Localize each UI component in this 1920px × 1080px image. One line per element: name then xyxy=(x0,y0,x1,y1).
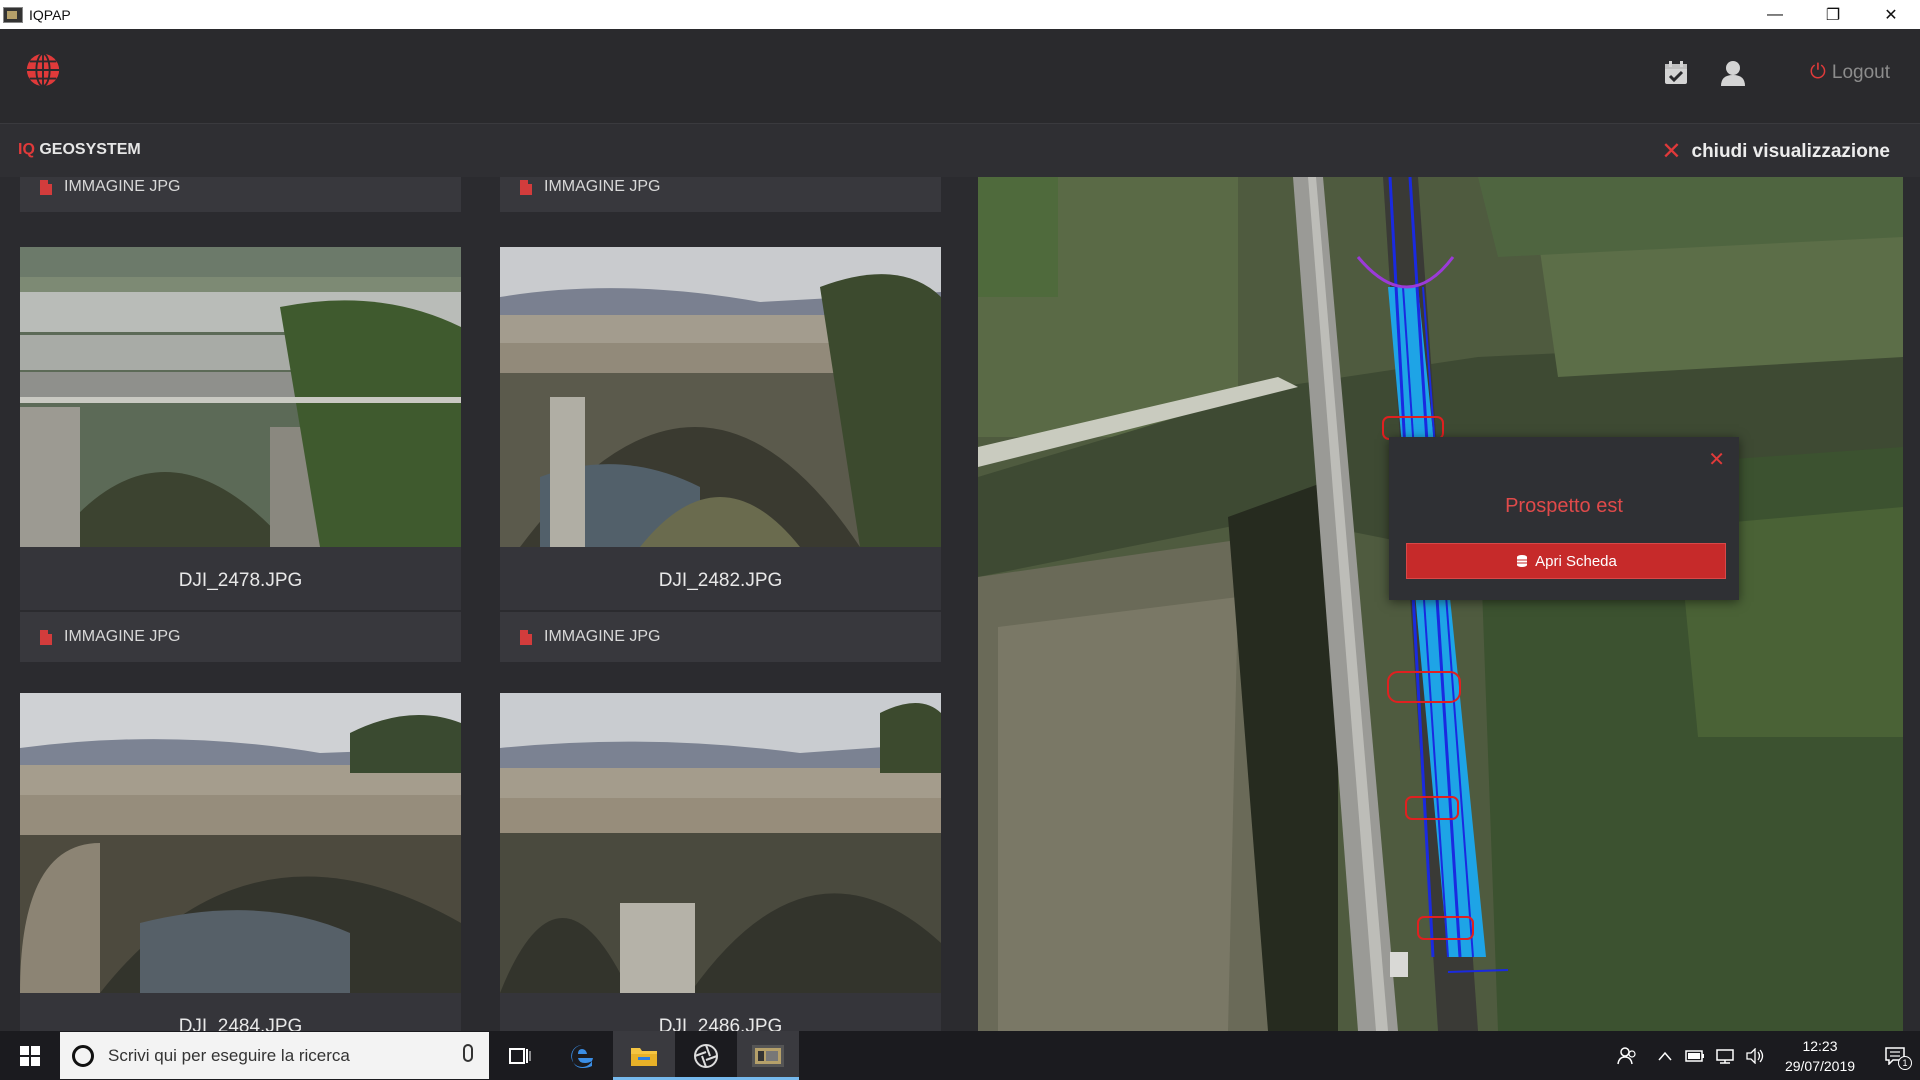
close-icon: ✕ xyxy=(1661,138,1682,165)
close-window-button[interactable]: ✕ xyxy=(1862,0,1920,29)
file-type-label: IMMAGINE JPG xyxy=(544,178,661,195)
show-hidden-icons-button[interactable] xyxy=(1650,1031,1680,1080)
edge-browser-button[interactable] xyxy=(551,1031,613,1080)
photo-thumbnail[interactable] xyxy=(20,247,461,547)
brand-name: GEOSYSTEM xyxy=(39,141,141,158)
notification-badge: 1 xyxy=(1898,1056,1912,1070)
logout-label: Logout xyxy=(1831,61,1890,83)
file-type-row: IMMAGINE JPG xyxy=(500,612,941,662)
gallery-card-dji-2486[interactable]: DJI_2486.JPG xyxy=(500,693,941,1031)
open-sheet-label: Apri Scheda xyxy=(1535,552,1617,570)
file-icon xyxy=(40,179,52,195)
gallery-card-dji-2484[interactable]: DJI_2484.JPG xyxy=(20,693,461,1031)
gallery-card-dji-2478[interactable]: DJI_2478.JPG IMMAGINE JPG xyxy=(20,247,461,662)
folder-icon xyxy=(631,1047,657,1066)
sub-header: IQ GEOSYSTEM ✕ chiudi visualizzazione xyxy=(0,124,1920,177)
edge-icon xyxy=(571,1044,593,1068)
file-icon xyxy=(520,179,532,195)
clock-date: 29/07/2019 xyxy=(1784,1057,1856,1074)
window-titlebar: IQPAP — ❐ ✕ xyxy=(0,0,1920,29)
maximize-button[interactable]: ❐ xyxy=(1804,0,1862,29)
file-type-label: IMMAGINE JPG xyxy=(544,628,661,645)
file-type-row: IMMAGINE JPG xyxy=(20,612,461,662)
volume-button[interactable] xyxy=(1740,1031,1770,1080)
taskbar-clock[interactable]: 12:23 29/07/2019 xyxy=(1770,1036,1870,1076)
photo-thumbnail[interactable] xyxy=(20,693,461,993)
search-placeholder: Scrivi qui per eseguire la ricerca xyxy=(108,1045,350,1065)
start-button[interactable] xyxy=(0,1031,60,1080)
close-view-label: chiudi visualizzazione xyxy=(1691,140,1891,162)
brand-title: IQ GEOSYSTEM xyxy=(18,141,141,159)
iqpap-app-button[interactable] xyxy=(737,1031,799,1080)
microphone-icon[interactable] xyxy=(463,1044,473,1062)
user-icon[interactable] xyxy=(1718,58,1748,88)
battery-button[interactable] xyxy=(1680,1031,1710,1080)
globe-logo-icon[interactable] xyxy=(24,51,62,89)
file-type-row: IMMAGINE JPG xyxy=(20,177,461,212)
app-icon xyxy=(3,6,23,23)
database-icon xyxy=(1517,555,1528,567)
task-view-icon xyxy=(509,1047,531,1064)
gallery-card[interactable]: IMMAGINE JPG xyxy=(20,177,461,212)
popup-title: Prospetto est xyxy=(1505,495,1623,517)
speaker-icon xyxy=(1746,1047,1764,1064)
photo-name: DJI_2486.JPG xyxy=(658,1016,783,1031)
close-popup-icon[interactable]: ✕ xyxy=(1708,447,1725,472)
system-tray: 12:23 29/07/2019 1 xyxy=(1604,1031,1920,1080)
windows-taskbar: Scrivi qui per eseguire la ricerca 12:23… xyxy=(0,1031,1920,1080)
aperture-icon xyxy=(694,1043,718,1068)
people-button[interactable] xyxy=(1604,1031,1650,1080)
taskbar-search[interactable]: Scrivi qui per eseguire la ricerca xyxy=(60,1032,489,1079)
app-button-aperture[interactable] xyxy=(675,1031,737,1080)
cortana-icon xyxy=(72,1044,94,1067)
brand-prefix: IQ xyxy=(18,141,35,158)
calendar-check-icon[interactable] xyxy=(1661,58,1691,88)
photo-gallery[interactable]: IMMAGINE JPG IMMAGINE JPG DJI_2478.JPG I… xyxy=(0,177,978,1031)
task-view-button[interactable] xyxy=(489,1031,551,1080)
iqpap-app-icon xyxy=(752,1044,784,1067)
window-title: IQPAP xyxy=(29,6,71,23)
map-popup: ✕ Prospetto est Apri Scheda xyxy=(1389,437,1739,600)
file-icon xyxy=(520,629,532,645)
app-header: ⏻ Logout xyxy=(0,29,1920,124)
page-scrollbar[interactable] xyxy=(1903,177,1920,1031)
photo-name: DJI_2482.JPG xyxy=(658,570,783,591)
file-explorer-button[interactable] xyxy=(613,1031,675,1080)
people-icon xyxy=(1617,1046,1636,1064)
clock-time: 12:23 xyxy=(1802,1037,1838,1054)
map-canvas[interactable] xyxy=(978,177,1903,1031)
open-sheet-button[interactable]: Apri Scheda xyxy=(1406,543,1726,579)
battery-icon xyxy=(1685,1049,1704,1062)
file-type-label: IMMAGINE JPG xyxy=(64,178,181,195)
gallery-card[interactable]: IMMAGINE JPG xyxy=(500,177,941,212)
photo-name: DJI_2478.JPG xyxy=(178,570,303,591)
windows-logo-icon xyxy=(20,1045,40,1066)
photo-thumbnail[interactable] xyxy=(500,693,941,993)
file-type-label: IMMAGINE JPG xyxy=(64,628,181,645)
file-icon xyxy=(40,629,52,645)
file-type-row: IMMAGINE JPG xyxy=(500,177,941,212)
close-view-button[interactable]: ✕ chiudi visualizzazione xyxy=(1661,137,1890,166)
satellite-map[interactable]: ✕ Prospetto est Apri Scheda xyxy=(978,177,1903,1031)
network-button[interactable] xyxy=(1710,1031,1740,1080)
power-icon: ⏻ xyxy=(1810,61,1826,83)
photo-thumbnail[interactable] xyxy=(500,247,941,547)
action-center-button[interactable]: 1 xyxy=(1870,1031,1920,1080)
network-icon xyxy=(1716,1048,1734,1064)
window-controls: — ❐ ✕ xyxy=(1746,0,1920,29)
minimize-button[interactable]: — xyxy=(1746,0,1804,29)
logout-button[interactable]: ⏻ Logout xyxy=(1810,61,1890,84)
photo-name: DJI_2484.JPG xyxy=(178,1016,303,1031)
gallery-card-dji-2482[interactable]: DJI_2482.JPG IMMAGINE JPG xyxy=(500,247,941,662)
chevron-up-icon xyxy=(1658,1051,1672,1060)
